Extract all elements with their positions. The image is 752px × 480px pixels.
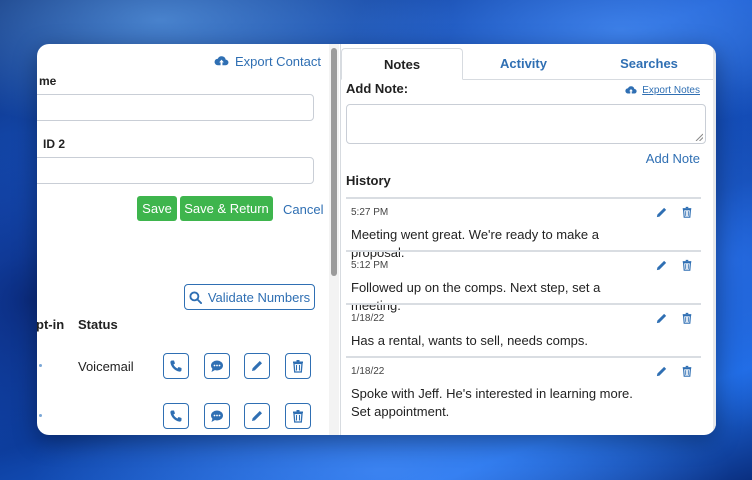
history-text: Spoke with Jeff. He's interested in lear…: [351, 386, 633, 419]
pencil-icon: [252, 411, 262, 421]
add-note-button[interactable]: Add Note: [646, 151, 700, 166]
pencil-icon[interactable]: [655, 312, 668, 325]
cancel-link[interactable]: Cancel: [283, 202, 323, 217]
notes-tabs: Notes Activity Searches: [341, 48, 714, 80]
search-icon: [189, 290, 202, 304]
trash-icon: [293, 360, 303, 373]
pencil-icon: [252, 361, 262, 371]
export-notes-link[interactable]: Export Notes: [625, 85, 700, 96]
cloud-upload-icon: [214, 56, 229, 66]
history-time: 5:27 PM: [351, 207, 389, 218]
trash-icon[interactable]: [681, 205, 693, 219]
pencil-icon[interactable]: [655, 206, 668, 219]
tab-notes[interactable]: Notes: [341, 48, 463, 80]
row-status: Voicemail: [78, 359, 134, 374]
column-header-status: Status: [78, 317, 118, 332]
notes-pane: Notes Activity Searches Add Note: Export…: [340, 44, 716, 435]
edit-number-button[interactable]: [244, 353, 270, 379]
export-contact-link[interactable]: Export Contact: [214, 54, 321, 69]
phone-icon: [170, 360, 182, 372]
history-time: 5:12 PM: [351, 260, 389, 271]
trash-icon[interactable]: [681, 364, 693, 378]
validate-numbers-button[interactable]: Validate Numbers: [184, 284, 315, 310]
field-label-name: me: [39, 74, 57, 88]
add-note-label: Add Note:: [346, 81, 409, 96]
history-time: 1/18/22: [351, 366, 385, 377]
tab-activity[interactable]: Activity: [463, 48, 584, 80]
history-text: Has a rental, wants to sell, needs comps…: [351, 333, 589, 348]
edit-number-button[interactable]: [244, 403, 270, 429]
export-notes-label: Export Notes: [642, 85, 700, 96]
column-header-optin: pt-in: [37, 317, 65, 332]
validate-numbers-label: Validate Numbers: [207, 289, 311, 305]
export-contact-label: Export Contact: [235, 54, 321, 69]
message-button[interactable]: [204, 403, 230, 429]
history-item: 1/18/22 Spoke with Jeff. He's interested…: [346, 356, 701, 435]
contact-form-pane: Export Contact me ID 2 Save Save & Retur…: [37, 44, 329, 435]
optin-indicator: [39, 414, 42, 417]
phone-icon: [170, 410, 182, 422]
trash-icon[interactable]: [681, 258, 693, 272]
save-button[interactable]: Save: [137, 196, 177, 221]
right-pane-scrollbar[interactable]: [713, 44, 716, 435]
call-button[interactable]: [163, 353, 189, 379]
left-pane-scrollbar-thumb[interactable]: [331, 48, 337, 276]
trash-icon[interactable]: [681, 311, 693, 325]
history-heading: History: [346, 173, 391, 188]
pencil-icon[interactable]: [655, 365, 668, 378]
history-item: 5:27 PM Meeting went great. We're ready …: [346, 197, 701, 260]
call-button[interactable]: [163, 403, 189, 429]
tab-searches[interactable]: Searches: [584, 48, 714, 80]
app-window: Export Contact me ID 2 Save Save & Retur…: [37, 44, 716, 435]
delete-number-button[interactable]: [285, 353, 311, 379]
name-input[interactable]: [37, 94, 314, 121]
save-and-return-button[interactable]: Save & Return: [180, 196, 273, 221]
id2-input[interactable]: [37, 157, 314, 184]
optin-indicator: [39, 364, 42, 367]
note-textarea[interactable]: [346, 104, 706, 144]
chat-icon: [211, 360, 223, 372]
history-time: 1/18/22: [351, 313, 385, 324]
chat-icon: [211, 410, 223, 422]
field-label-id2: ID 2: [43, 137, 66, 151]
resize-grip-icon[interactable]: [695, 133, 703, 141]
cloud-upload-icon: [625, 86, 637, 94]
message-button[interactable]: [204, 353, 230, 379]
history-item: 1/18/22 Has a rental, wants to sell, nee…: [346, 303, 701, 356]
pencil-icon[interactable]: [655, 259, 668, 272]
delete-number-button[interactable]: [285, 403, 311, 429]
trash-icon: [293, 410, 303, 423]
history-item: 5:12 PM Followed up on the comps. Next s…: [346, 250, 701, 313]
